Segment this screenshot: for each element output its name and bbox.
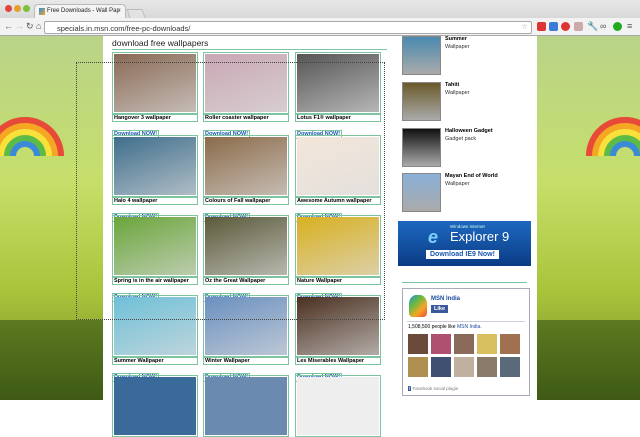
fan-avatar[interactable] bbox=[408, 334, 428, 354]
fan-avatar[interactable] bbox=[500, 357, 520, 377]
fan-avatar[interactable] bbox=[500, 334, 520, 354]
glasses-icon[interactable]: ∞ bbox=[600, 21, 606, 31]
divider bbox=[112, 49, 387, 50]
rainbow-left bbox=[0, 111, 70, 156]
wallpaper-caption: Les Miserables Wallpaper bbox=[295, 357, 381, 365]
extension-ghost-icon[interactable] bbox=[574, 22, 583, 31]
sidebar-item-title[interactable]: Tahiti bbox=[445, 82, 459, 88]
sidebar-item-subtitle: Wallpaper bbox=[445, 44, 470, 50]
zoom-window-button[interactable] bbox=[23, 5, 30, 12]
fan-avatar[interactable] bbox=[431, 334, 451, 354]
sidebar-thumbnail[interactable] bbox=[402, 173, 441, 212]
extension-bookmark-icon[interactable] bbox=[537, 22, 546, 31]
sidebar-item-subtitle: Wallpaper bbox=[445, 90, 470, 96]
close-window-button[interactable] bbox=[5, 5, 12, 12]
toolbar: ← → ↻ ⌂ specials.in.msn.com/free-pc-down… bbox=[0, 18, 640, 36]
fb-plugin-label: f Facebook social plugin bbox=[408, 386, 459, 391]
selection-rectangle bbox=[76, 62, 385, 320]
minimize-window-button[interactable] bbox=[14, 5, 21, 12]
reload-icon[interactable]: ↻ bbox=[26, 21, 34, 32]
fb-page-link[interactable]: MSN India. bbox=[457, 324, 482, 330]
fb-page-name[interactable]: MSN India bbox=[431, 296, 460, 302]
wallpaper-tile bbox=[112, 375, 198, 437]
extension-opera-icon[interactable] bbox=[561, 22, 570, 31]
sidebar-item-subtitle: Wallpaper bbox=[445, 181, 470, 187]
wrench-icon[interactable]: 🔧 bbox=[587, 21, 598, 32]
menu-icon[interactable]: ≡ bbox=[627, 21, 632, 31]
sidebar-item-subtitle: Gadget pack bbox=[445, 136, 477, 142]
home-icon[interactable]: ⌂ bbox=[36, 21, 41, 31]
ad-big-text: Explorer 9 bbox=[450, 229, 510, 244]
fb-count: 1,508,500 people like bbox=[408, 324, 456, 330]
tab-active[interactable]: Free Downloads - Wall Pap × bbox=[34, 4, 126, 18]
wallpaper-caption: Summer Wallpaper bbox=[112, 357, 198, 365]
fan-avatar[interactable] bbox=[477, 334, 497, 354]
msn-favicon-icon bbox=[39, 8, 45, 15]
tab-bar: Free Downloads - Wall Pap × bbox=[0, 0, 640, 18]
extension-calendar-icon[interactable] bbox=[549, 22, 558, 31]
sidebar-thumbnail[interactable] bbox=[402, 128, 441, 167]
ie-logo-icon: e bbox=[428, 227, 439, 247]
fb-like-button[interactable]: Like bbox=[431, 305, 449, 313]
wallpaper-tile bbox=[295, 375, 381, 437]
back-icon[interactable]: ← bbox=[4, 21, 13, 31]
wallpaper-tile bbox=[203, 375, 289, 437]
tab-close-icon[interactable]: × bbox=[117, 8, 121, 14]
new-tab-button[interactable] bbox=[126, 9, 146, 18]
fan-avatar[interactable] bbox=[431, 357, 451, 377]
url-text: specials.in.msn.com/free-pc-downloads/ bbox=[57, 24, 191, 33]
fan-avatar[interactable] bbox=[477, 357, 497, 377]
fan-avatar[interactable] bbox=[454, 334, 474, 354]
sidebar-item-title[interactable]: Mayan End of World bbox=[445, 173, 498, 179]
rainbow-right bbox=[580, 111, 640, 156]
fan-avatar[interactable] bbox=[454, 357, 474, 377]
msn-logo-icon bbox=[409, 295, 427, 317]
page-title: download free wallpapers bbox=[112, 38, 209, 48]
wallpaper-thumbnail[interactable] bbox=[203, 375, 289, 437]
forward-icon[interactable]: → bbox=[15, 21, 24, 31]
tab-title: Free Downloads - Wall Pap bbox=[47, 8, 120, 14]
sidebar-thumbnail[interactable] bbox=[402, 36, 441, 75]
wallpaper-thumbnail[interactable] bbox=[112, 375, 198, 437]
divider bbox=[402, 282, 527, 283]
sidebar-item-title[interactable]: Halloween Gadget bbox=[445, 128, 493, 134]
ie9-ad[interactable]: e Windows Internet Explorer 9 Download I… bbox=[398, 221, 531, 266]
wallpaper-thumbnail[interactable] bbox=[295, 375, 381, 437]
address-bar[interactable]: specials.in.msn.com/free-pc-downloads/ ☆ bbox=[44, 21, 532, 34]
bookmark-star-icon[interactable]: ☆ bbox=[521, 22, 528, 31]
sidebar-item-title[interactable]: Summer bbox=[445, 36, 467, 42]
facebook-like-box: MSN India Like 1,508,500 people like MSN… bbox=[402, 288, 530, 396]
extension-green-icon[interactable] bbox=[613, 22, 622, 31]
fan-avatar[interactable] bbox=[408, 357, 428, 377]
download-ie9-button[interactable]: Download IE9 Now! bbox=[426, 250, 499, 259]
sidebar-thumbnail[interactable] bbox=[402, 82, 441, 121]
wallpaper-caption: Winter Wallpaper bbox=[203, 357, 289, 365]
